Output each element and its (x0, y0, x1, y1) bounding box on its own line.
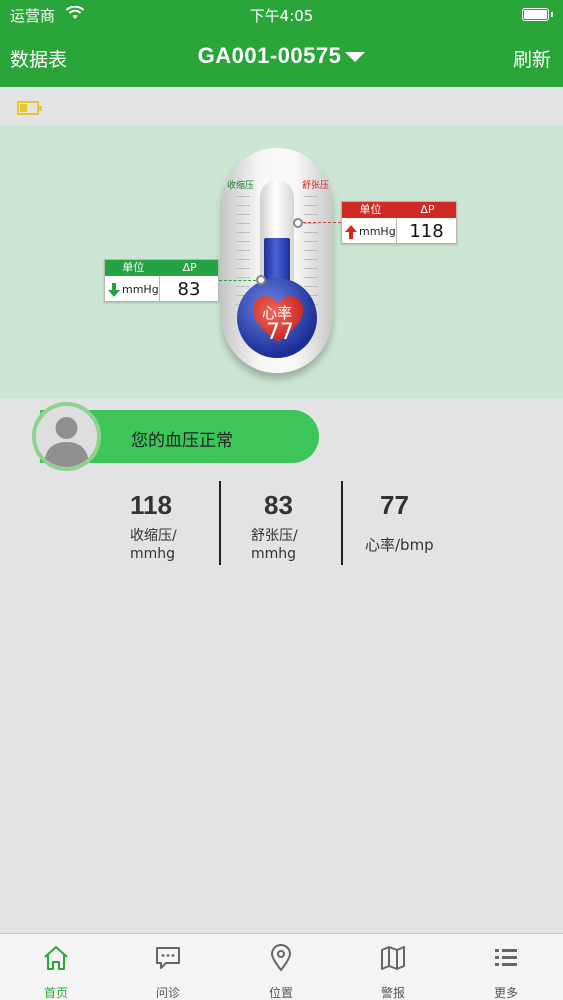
stat-value: 118 (130, 490, 172, 520)
diastolic-connector (219, 280, 256, 281)
systolic-connector (303, 222, 341, 223)
caret-down-icon (345, 52, 366, 63)
bp-status-message: 您的血压正常 (131, 431, 233, 451)
stat-label: 心率/bmp (365, 536, 434, 554)
unit-label: mmHg (122, 283, 159, 296)
tab-label: 问诊 (155, 986, 180, 1000)
stat-label: 舒张压/ (251, 528, 298, 544)
home-icon (44, 946, 68, 970)
thermometer-gauge: 收缩压 舒张压 心率 77 (222, 148, 332, 373)
unit-header: 单位 (122, 261, 145, 274)
divider (341, 481, 343, 565)
tab-location[interactable]: 位置 (225, 934, 337, 1000)
stat-value: 83 (264, 490, 293, 520)
tab-label: 位置 (268, 986, 293, 1000)
delta-header: ΔP (420, 203, 435, 216)
arrow-up-icon (345, 224, 357, 239)
device-id: GA001-00575 (197, 43, 342, 68)
user-avatar[interactable] (32, 402, 101, 471)
stat-unit: mmhg (251, 546, 297, 562)
unit-label: mmHg (359, 225, 396, 238)
person-icon (44, 417, 89, 467)
tab-label: 首页 (43, 986, 68, 1000)
systolic-value: 118 (409, 221, 444, 242)
chat-icon (156, 947, 180, 969)
tab-home[interactable]: 首页 (0, 934, 112, 1000)
diastolic-callout: 单位 ΔP mmHg 83 (104, 259, 219, 303)
systolic-scale-label: 收缩压 (227, 181, 255, 191)
diastolic-value: 83 (177, 279, 201, 300)
systolic-pin (293, 218, 303, 228)
map-icon (381, 946, 405, 970)
arrow-down-icon (108, 282, 120, 297)
location-pin-icon (270, 944, 292, 972)
tab-label: 更多 (493, 986, 518, 1000)
tab-consult[interactable]: 问诊 (112, 934, 224, 1000)
heart-rate-value: 77 (266, 320, 294, 345)
delta-header: ΔP (182, 261, 197, 274)
refresh-button[interactable]: 刷新 (513, 45, 551, 72)
phone-battery-icon (522, 8, 553, 21)
device-selector[interactable]: GA001-00575 (0, 43, 563, 69)
tab-more[interactable]: 更多 (450, 934, 562, 1000)
system-status-bar: 运营商 下午4:05 (0, 0, 563, 30)
systolic-stat: 118 收缩压/mmhg (130, 490, 240, 563)
diastolic-stat: 83 舒张压/mmhg (251, 490, 361, 563)
systolic-callout: 单位 ΔP mmHg 118 (341, 201, 457, 245)
device-battery-icon (17, 101, 42, 115)
divider (219, 481, 221, 565)
diastolic-pin (256, 275, 266, 285)
stat-label: 收缩压/ (130, 528, 177, 544)
diastolic-scale-label: 舒张压 (302, 181, 330, 191)
stat-unit: mmhg (130, 546, 176, 562)
tab-label: 警报 (380, 986, 405, 1000)
stat-value: 77 (380, 490, 409, 520)
bottom-tab-bar: 首页 问诊 位置 警报 更多 (0, 933, 563, 1000)
heart-rate-stat: 77 心率/bmp (365, 490, 475, 554)
unit-header: 单位 (359, 203, 382, 216)
clock: 下午4:05 (249, 7, 314, 25)
app-header: 运营商 下午4:05 数据表 GA001-00575 刷新 (0, 0, 563, 87)
list-icon (495, 949, 517, 966)
tab-alarm[interactable]: 警报 (337, 934, 449, 1000)
